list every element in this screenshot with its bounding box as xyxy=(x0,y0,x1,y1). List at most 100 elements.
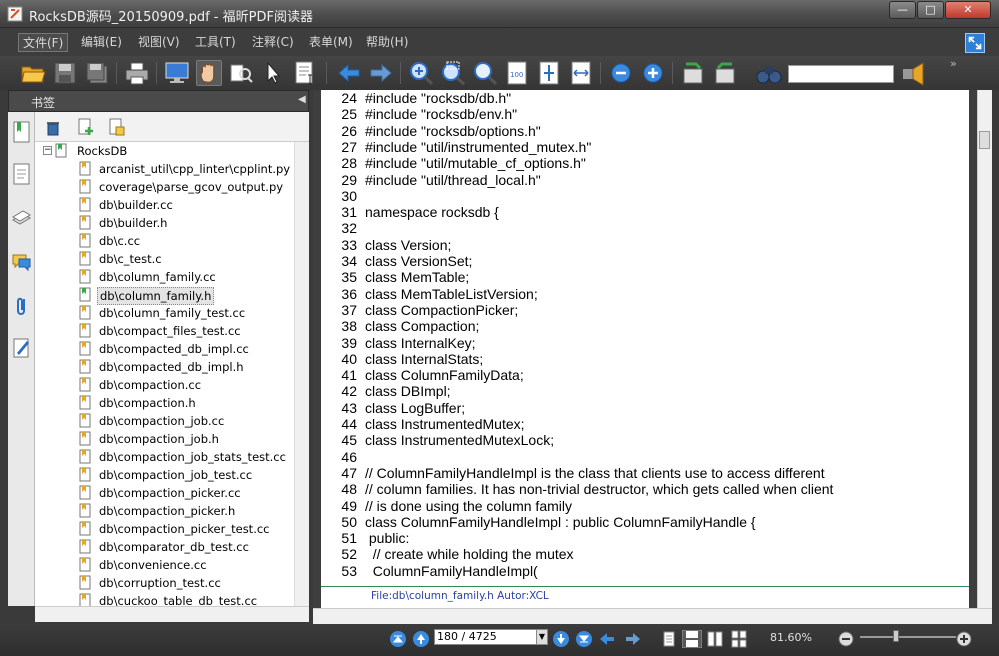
zoom-in-icon[interactable] xyxy=(408,60,434,86)
close-button[interactable]: ✕ xyxy=(945,1,991,19)
fit-width-icon[interactable] xyxy=(568,60,594,86)
previous-view-icon[interactable] xyxy=(598,630,616,648)
rotate-left-icon[interactable] xyxy=(680,60,706,86)
bookmark-label: db\comparator_db_test.cc xyxy=(99,540,249,554)
signatures-tab-icon[interactable] xyxy=(11,336,32,360)
save-as-icon[interactable] xyxy=(84,60,110,86)
next-page-icon[interactable] xyxy=(552,630,570,648)
attachments-tab-icon[interactable] xyxy=(11,294,32,318)
pointer-icon[interactable] xyxy=(260,60,286,86)
facing-page-icon[interactable] xyxy=(706,630,724,648)
back-arrow-icon[interactable] xyxy=(336,60,362,86)
menu-form[interactable]: 表单(M) xyxy=(305,33,357,52)
next-view-icon[interactable] xyxy=(624,630,642,648)
line-number: 40 xyxy=(341,350,357,367)
toolbar-separator xyxy=(672,62,673,84)
bookmark-page-icon xyxy=(79,503,91,518)
open-folder-icon[interactable] xyxy=(20,60,46,86)
page-dropdown-icon[interactable]: ▼ xyxy=(536,629,548,645)
actual-size-icon[interactable]: 100 xyxy=(504,60,530,86)
line-text: #include "util/mutable_cf_options.h" xyxy=(365,155,586,172)
code-line: 38 class Compaction; xyxy=(321,318,961,334)
menu-edit[interactable]: 编辑(E) xyxy=(77,33,126,52)
bookmark-page-icon xyxy=(55,143,67,158)
binoculars-icon[interactable] xyxy=(756,60,782,86)
zoom-out-icon[interactable] xyxy=(837,630,855,648)
zoom-slider-knob[interactable] xyxy=(893,630,900,642)
bookmark-tree-hscrollbar[interactable] xyxy=(35,606,309,622)
line-text: #include "util/instrumented_mutex.h" xyxy=(365,138,592,155)
bookmark-label: db\compaction_picker.cc xyxy=(99,486,241,500)
maximize-button[interactable]: □ xyxy=(917,1,944,19)
continuous-page-icon[interactable] xyxy=(682,630,702,648)
line-text: class Version; xyxy=(365,236,452,253)
line-text: #include "rocksdb/env.h" xyxy=(365,106,518,123)
zoom-slider-track[interactable] xyxy=(860,636,956,638)
menu-comment[interactable]: 注释(C) xyxy=(248,33,298,52)
zoom-in-icon[interactable] xyxy=(955,630,973,648)
bookmark-tree-scrollbar[interactable] xyxy=(294,142,309,606)
rotate-right-icon[interactable] xyxy=(712,60,738,86)
page-number-input[interactable]: 180 / 4725 xyxy=(434,629,538,645)
bookmark-label: db\column_family_test.cc xyxy=(99,306,246,320)
menu-file[interactable]: 文件(F) xyxy=(18,33,69,52)
hand-tool-icon[interactable] xyxy=(196,60,222,86)
bookmark-page-icon xyxy=(79,395,91,410)
loupe-icon[interactable] xyxy=(472,60,498,86)
pages-tab-icon[interactable] xyxy=(11,162,32,186)
marquee-zoom-icon[interactable] xyxy=(440,60,466,86)
fullscreen-icon[interactable] xyxy=(965,33,985,53)
continuous-facing-icon[interactable] xyxy=(730,630,748,648)
search-input[interactable] xyxy=(788,65,894,83)
code-line: 41 class ColumnFamilyData; xyxy=(321,367,961,383)
line-text: class InternalKey; xyxy=(365,334,476,351)
code-line: 44 class InstrumentedMutex; xyxy=(321,416,961,432)
minimize-button[interactable]: — xyxy=(889,1,916,19)
toolbar-overflow-chevron[interactable]: » xyxy=(950,57,957,70)
layers-tab-icon[interactable] xyxy=(11,206,32,230)
document-horizontal-scrollbar[interactable] xyxy=(313,608,992,624)
delete-bookmark-icon[interactable] xyxy=(44,118,62,136)
comments-tab-icon[interactable] xyxy=(11,250,32,274)
add-bookmark-icon[interactable] xyxy=(77,118,95,136)
line-number: 28 xyxy=(341,155,357,172)
save-icon[interactable] xyxy=(52,60,78,86)
first-page-icon[interactable] xyxy=(389,630,407,648)
monitor-icon[interactable] xyxy=(164,60,190,86)
toolbar-separator xyxy=(156,62,157,84)
fit-page-icon[interactable] xyxy=(536,60,562,86)
bookmark-label: db\corruption_test.cc xyxy=(99,576,221,590)
toolbar-separator xyxy=(116,62,117,84)
line-number: 47 xyxy=(341,464,357,481)
tree-root-label: RocksDB xyxy=(77,144,128,158)
collapse-panel-icon[interactable]: ◀ xyxy=(298,94,306,105)
zoom-level[interactable]: 81.60% xyxy=(770,631,812,644)
select-text-icon[interactable] xyxy=(228,60,254,86)
zoom-out-circle-icon[interactable] xyxy=(608,60,634,86)
previous-page-icon[interactable] xyxy=(412,630,430,648)
highlight-marker-icon[interactable] xyxy=(900,60,926,86)
bookmark-page-icon xyxy=(79,467,91,482)
menu-help[interactable]: 帮助(H) xyxy=(362,33,412,52)
bookmark-label: db\compact_files_test.cc xyxy=(99,324,241,338)
document-scroll-thumb[interactable] xyxy=(979,131,990,149)
line-text: ColumnFamilyHandleImpl( xyxy=(365,562,538,579)
bookmarks-tab-icon[interactable] xyxy=(11,120,32,144)
line-text: class DBImpl; xyxy=(365,383,451,400)
svg-text:100: 100 xyxy=(510,71,523,79)
line-number: 30 xyxy=(341,187,357,204)
bookmark-page-icon xyxy=(79,341,91,356)
code-line: 48 // column families. It has non-trivial… xyxy=(321,481,961,497)
forward-arrow-icon[interactable] xyxy=(368,60,394,86)
add-child-bookmark-icon[interactable] xyxy=(108,118,126,136)
print-icon[interactable] xyxy=(124,60,150,86)
collapse-toggle-icon[interactable]: − xyxy=(43,146,52,155)
menu-view[interactable]: 视图(V) xyxy=(134,33,184,52)
last-page-icon[interactable] xyxy=(575,630,593,648)
single-page-icon[interactable] xyxy=(660,630,678,648)
line-number: 26 xyxy=(341,122,357,139)
text-annotation-icon[interactable] xyxy=(292,60,318,86)
document-vertical-scrollbar[interactable] xyxy=(977,90,992,608)
zoom-in-circle-icon[interactable] xyxy=(640,60,666,86)
menu-tools[interactable]: 工具(T) xyxy=(191,33,240,52)
